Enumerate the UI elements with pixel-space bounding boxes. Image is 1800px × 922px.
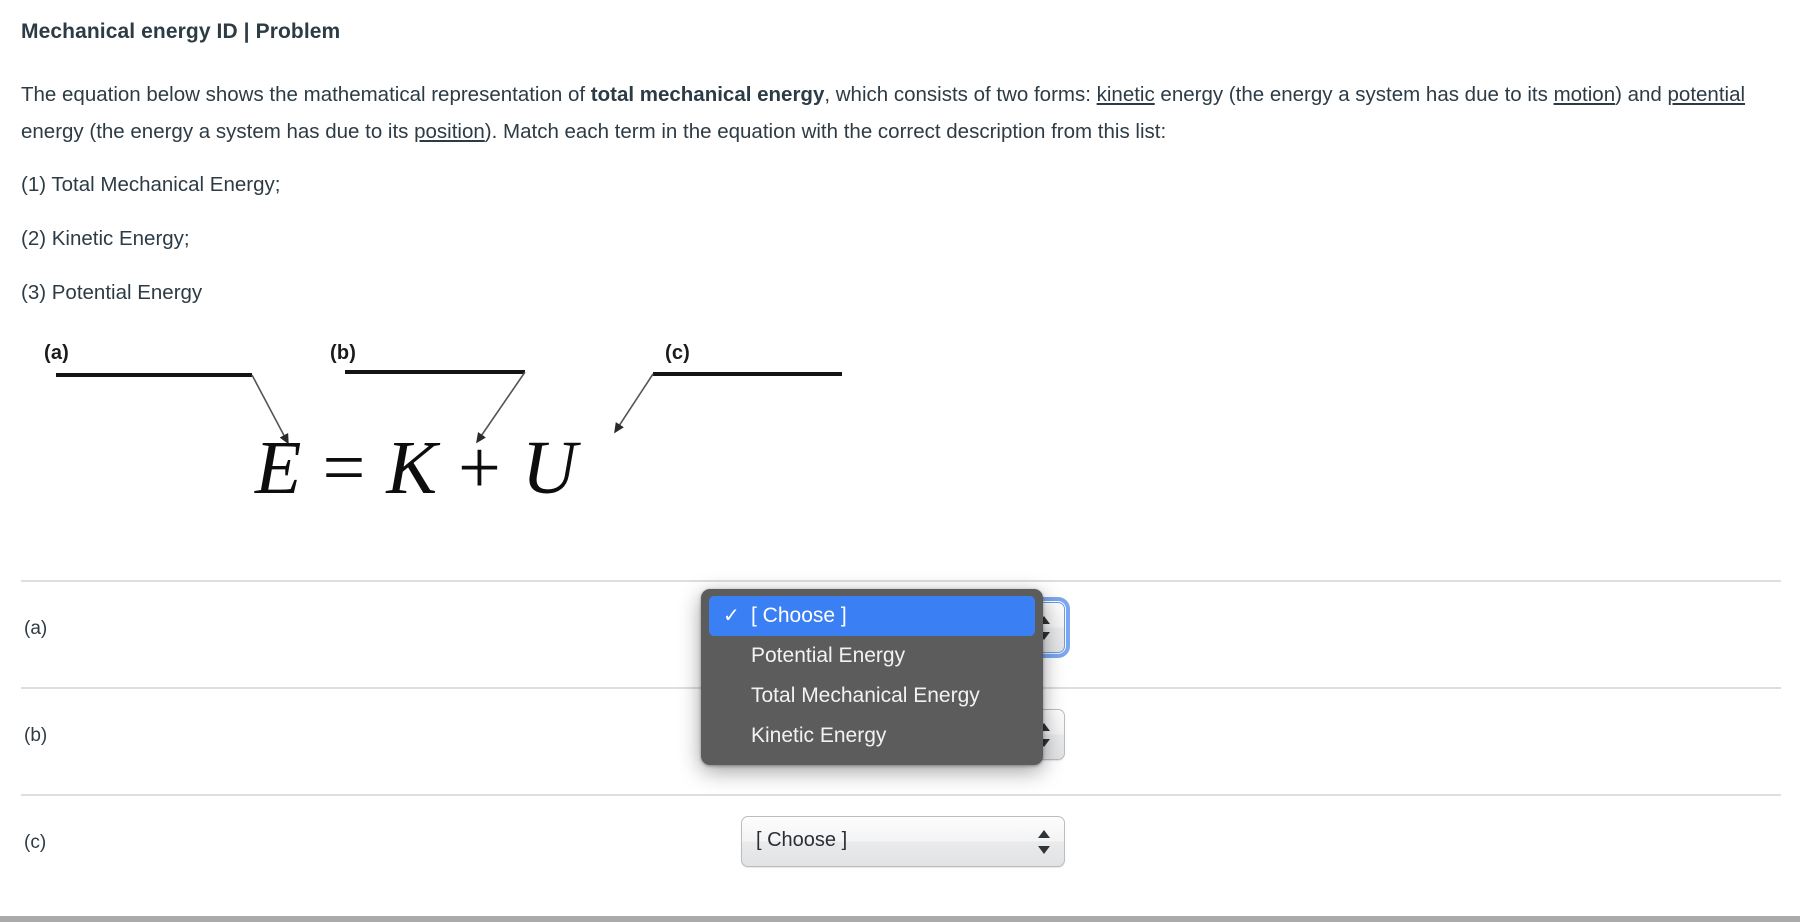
select-answer-c[interactable]: [ Choose ] bbox=[741, 816, 1065, 867]
intro-underline-potential: potential bbox=[1668, 83, 1746, 106]
choice-list-item-3: (3) Potential Energy bbox=[21, 279, 202, 307]
bottom-edge-bar bbox=[0, 916, 1800, 922]
intro-text-1: The equation below shows the mathematica… bbox=[21, 83, 591, 106]
select-answer-c-value: [ Choose ] bbox=[756, 829, 847, 852]
checkmark-icon: ✓ bbox=[723, 596, 740, 636]
equation-symbol-e: E bbox=[255, 426, 302, 510]
equation-label-b: (b) bbox=[330, 342, 356, 365]
choice-list-item-2: (2) Kinetic Energy; bbox=[21, 225, 190, 253]
intro-text-2: , which consists of two forms: bbox=[824, 83, 1096, 106]
intro-bold-total-mechanical-energy: total mechanical energy bbox=[591, 83, 825, 106]
equation-operator-plus: + bbox=[458, 426, 502, 510]
choice-list-item-1: (1) Total Mechanical Energy; bbox=[21, 171, 280, 199]
dropdown-option-total-mechanical-energy[interactable]: Total Mechanical Energy bbox=[709, 676, 1035, 716]
page-title: Mechanical energy ID | Problem bbox=[21, 20, 340, 44]
intro-text-4: ) and bbox=[1615, 83, 1667, 106]
intro-text-5: energy (the energy a system has due to i… bbox=[21, 120, 414, 143]
equation-symbol-k: K bbox=[386, 426, 438, 510]
answer-row-label-b: (b) bbox=[24, 725, 47, 747]
equation-formula: E = K + U bbox=[255, 430, 578, 506]
intro-underline-position: position bbox=[414, 120, 485, 143]
equation-figure: (a) (b) (c) E = K + U bbox=[20, 330, 920, 545]
equation-label-a: (a) bbox=[44, 342, 69, 365]
problem-description: The equation below shows the mathematica… bbox=[21, 76, 1781, 150]
intro-underline-kinetic: kinetic bbox=[1097, 83, 1155, 106]
dropdown-option-potential-energy[interactable]: Potential Energy bbox=[709, 636, 1035, 676]
answer-row-label-a: (a) bbox=[24, 618, 47, 640]
equation-symbol-u: U bbox=[522, 426, 578, 510]
dropdown-option-kinetic-energy[interactable]: Kinetic Energy bbox=[709, 716, 1035, 756]
intro-text-6: ). Match each term in the equation with … bbox=[485, 120, 1166, 143]
intro-underline-motion: motion bbox=[1554, 83, 1616, 106]
dropdown-option-label: [ Choose ] bbox=[751, 604, 847, 627]
intro-text-3: energy (the energy a system has due to i… bbox=[1155, 83, 1554, 106]
stepper-arrows-icon[interactable] bbox=[1038, 829, 1051, 855]
dropdown-option-choose[interactable]: ✓ [ Choose ] bbox=[709, 596, 1035, 636]
dropdown-option-label: Potential Energy bbox=[751, 644, 905, 667]
equation-label-c: (c) bbox=[665, 342, 690, 365]
dropdown-option-label: Total Mechanical Energy bbox=[751, 684, 980, 707]
answer-row-label-c: (c) bbox=[24, 832, 46, 854]
dropdown-option-label: Kinetic Energy bbox=[751, 724, 886, 747]
answer-row-c: (c) [ Choose ] bbox=[21, 794, 1781, 901]
dropdown-menu-answer-a[interactable]: ✓ [ Choose ] Potential Energy Total Mech… bbox=[701, 589, 1043, 765]
equation-operator-equals: = bbox=[322, 426, 366, 510]
